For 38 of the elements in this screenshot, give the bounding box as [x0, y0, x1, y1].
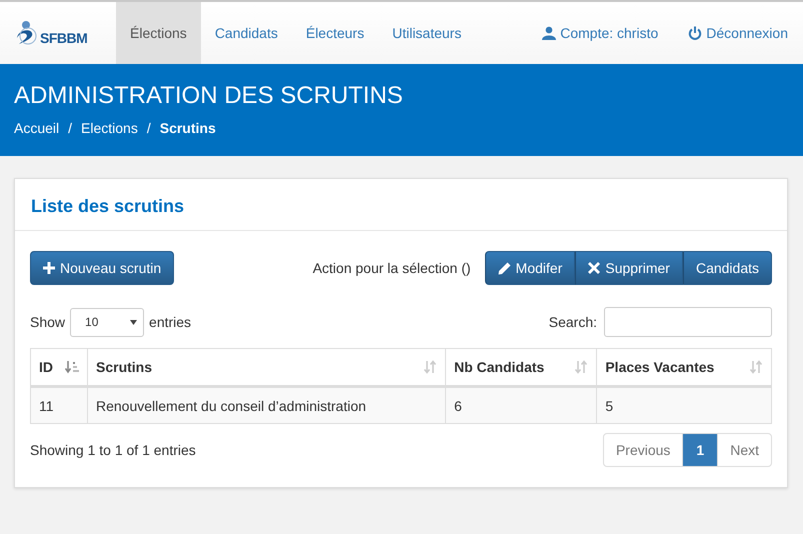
caret-icon [130, 320, 138, 324]
breadcrumb-separator: / [68, 120, 72, 136]
logo-text: SFBBM [40, 30, 88, 46]
pagination-button[interactable]: 1 [682, 434, 718, 466]
pencil-icon [498, 262, 511, 274]
table-cell: Renouvellement du conseil d’administration [88, 386, 446, 424]
account-link[interactable]: Compte: christo [527, 2, 674, 64]
search-field[interactable] [604, 307, 772, 337]
breadcrumb-link[interactable]: Elections [81, 120, 138, 136]
plus-icon [43, 262, 55, 274]
table-row[interactable]: 11 Renouvellement du conseil d’administration 6 5 [30, 386, 772, 424]
search-label: Search: [548, 314, 597, 330]
breadcrumb-separator: / [146, 120, 151, 136]
nav-link[interactable]: Candidats [200, 2, 292, 64]
show-label: Show [30, 314, 66, 330]
panel-title: Liste des scrutins [15, 179, 787, 231]
nav-link[interactable]: Utilisateurs [378, 2, 476, 64]
new-button[interactable]: Nouveau scrutin [30, 251, 174, 285]
page-title: ADMINISTRATION DES SCRUTINS [14, 82, 404, 110]
candidates-button[interactable]: Candidats [682, 251, 772, 285]
table-cell: 5 [596, 386, 772, 424]
table-cell: 6 [446, 386, 597, 424]
selection-label: Action pour la sélection () [312, 260, 471, 276]
power-icon [688, 26, 702, 40]
table-cell: 11 [30, 386, 88, 424]
edit-button[interactable]: Modifer [484, 251, 576, 285]
page-size-select[interactable]: 10 [70, 308, 144, 336]
logout-link[interactable]: Déconnexion [673, 2, 803, 64]
cross-icon [588, 262, 600, 274]
logo[interactable]: SFBBM [0, 20, 116, 46]
table-info: Showing 1 to 1 of 1 entries [30, 442, 196, 458]
user-icon [542, 26, 556, 40]
breadcrumb-link[interactable]: Accueil [14, 120, 60, 136]
nav-link[interactable]: Élections [116, 2, 201, 64]
delete-button[interactable]: Supprimer [575, 251, 683, 285]
nav-link[interactable]: Électeurs [292, 2, 378, 64]
entries-label: entries [149, 314, 192, 330]
breadcrumb-link[interactable]: Scrutins [160, 120, 216, 136]
